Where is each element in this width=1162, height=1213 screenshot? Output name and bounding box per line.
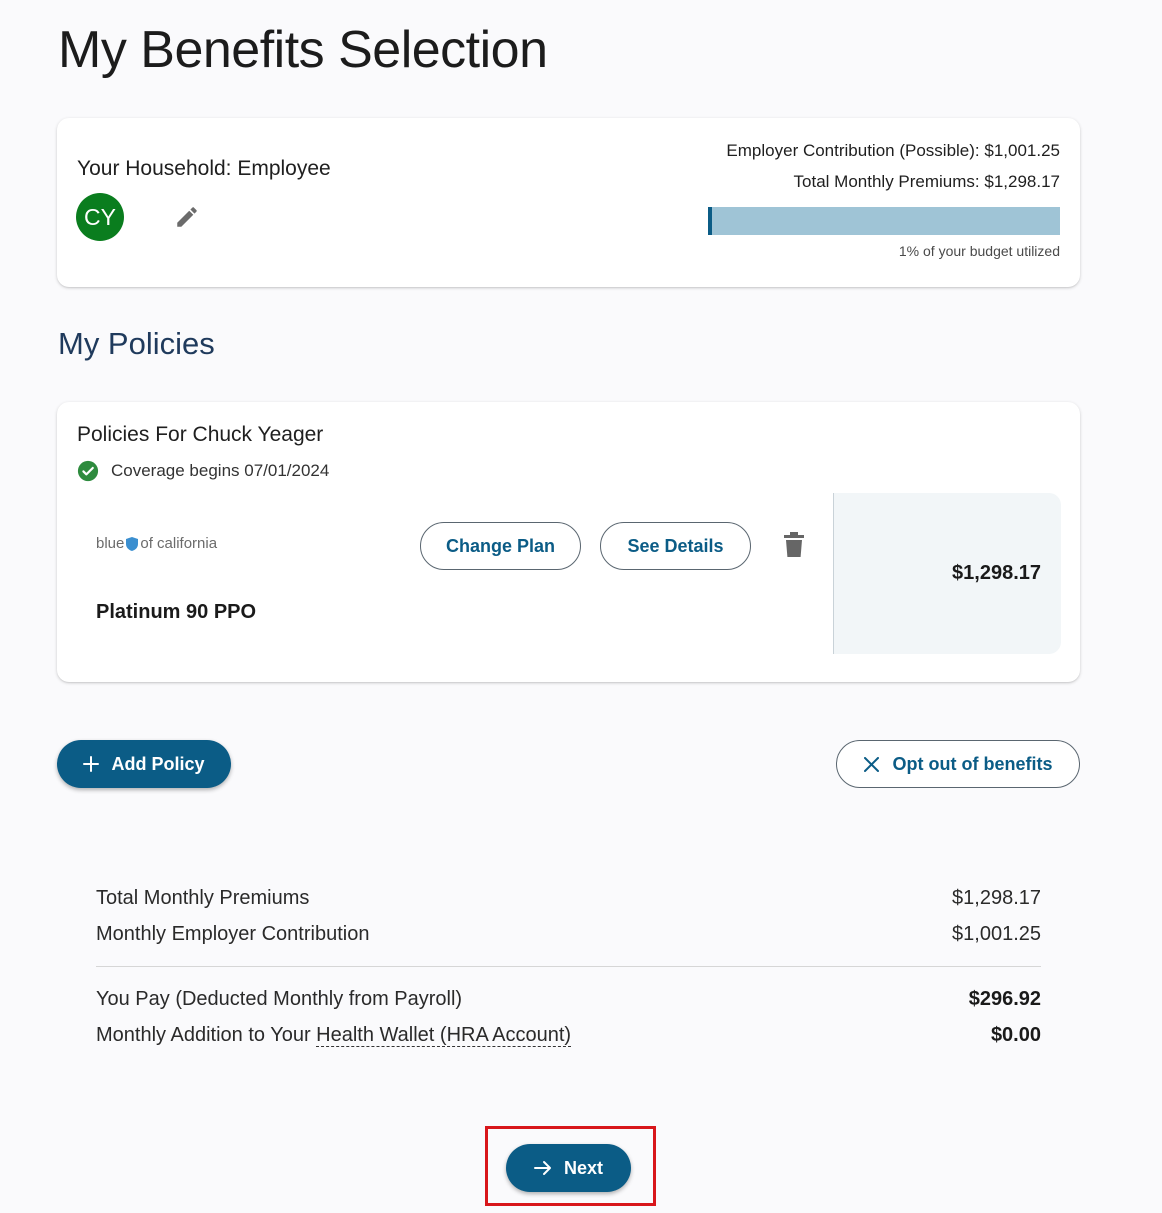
close-icon bbox=[863, 756, 879, 772]
policies-heading: Policies For Chuck Yeager bbox=[77, 423, 324, 446]
plan-name: Platinum 90 PPO bbox=[96, 601, 257, 623]
household-label: Your Household: Employee bbox=[77, 157, 331, 180]
hra-label-prefix: Monthly Addition to Your bbox=[96, 1024, 311, 1046]
summary-row-you-pay: You Pay (Deducted Monthly from Payroll) … bbox=[96, 981, 1041, 1017]
see-details-button[interactable]: See Details bbox=[600, 522, 751, 570]
summary-label: You Pay (Deducted Monthly from Payroll) bbox=[96, 988, 463, 1010]
carrier-logo: blue of california bbox=[96, 535, 217, 552]
summary-row-hra: Monthly Addition to Your Health Wallet (… bbox=[96, 1017, 1041, 1053]
total-premiums-text: Total Monthly Premiums: $1,298.17 bbox=[793, 172, 1060, 191]
summary-label: Monthly Addition to Your Health Wallet (… bbox=[96, 1017, 572, 1053]
shield-icon bbox=[126, 536, 139, 551]
add-policy-button[interactable]: Add Policy bbox=[57, 740, 231, 788]
summary-value: $0.00 bbox=[990, 1024, 1041, 1046]
opt-out-button[interactable]: Opt out of benefits bbox=[836, 740, 1080, 788]
budget-utilized-note: 1% of your budget utilized bbox=[898, 243, 1060, 259]
trash-icon[interactable] bbox=[783, 532, 805, 558]
change-plan-button[interactable]: Change Plan bbox=[420, 522, 581, 570]
opt-out-label: Opt out of benefits bbox=[892, 753, 1053, 774]
employer-contribution-text: Employer Contribution (Possible): $1,001… bbox=[726, 141, 1060, 160]
check-circle-icon bbox=[77, 460, 99, 482]
summary-label: Total Monthly Premiums bbox=[96, 887, 310, 909]
household-card: Your Household: Employee CY Employer Con… bbox=[57, 118, 1080, 287]
policies-card: Policies For Chuck Yeager Coverage begin… bbox=[57, 402, 1080, 682]
page-title: My Benefits Selection bbox=[58, 21, 548, 79]
pencil-icon[interactable] bbox=[174, 204, 200, 230]
next-label: Next bbox=[563, 1157, 603, 1178]
policy-price-panel: $1,298.17 bbox=[833, 493, 1061, 654]
summary-divider bbox=[96, 966, 1041, 967]
summary-row-total-premiums: Total Monthly Premiums $1,298.17 bbox=[96, 880, 1041, 916]
policy-price: $1,298.17 bbox=[952, 562, 1041, 584]
summary-row-employer-contribution: Monthly Employer Contribution $1,001.25 bbox=[96, 916, 1041, 952]
summary-label: Monthly Employer Contribution bbox=[96, 923, 370, 945]
add-policy-label: Add Policy bbox=[111, 753, 205, 774]
arrow-right-icon bbox=[533, 1161, 551, 1175]
next-button[interactable]: Next bbox=[506, 1144, 631, 1192]
budget-progress-bar bbox=[708, 207, 1060, 235]
budget-progress-fill bbox=[708, 207, 713, 235]
summary-value: $1,298.17 bbox=[952, 887, 1041, 909]
hra-account-link[interactable]: Health Wallet (HRA Account) bbox=[316, 1024, 572, 1047]
budget-summary: Employer Contribution (Possible): $1,001… bbox=[700, 138, 1060, 259]
coverage-text: Coverage begins 07/01/2024 bbox=[111, 461, 330, 480]
summary-value: $1,001.25 bbox=[952, 923, 1041, 945]
carrier-logo-text-right: of california bbox=[140, 535, 218, 552]
summary-value: $296.92 bbox=[968, 988, 1041, 1010]
coverage-status: Coverage begins 07/01/2024 bbox=[77, 460, 329, 482]
section-title-my-policies: My Policies bbox=[58, 326, 215, 361]
carrier-logo-text-left: blue bbox=[96, 535, 125, 552]
avatar[interactable]: CY bbox=[76, 193, 124, 241]
cost-summary: Total Monthly Premiums $1,298.17 Monthly… bbox=[96, 880, 1041, 1053]
plus-icon bbox=[83, 756, 100, 772]
